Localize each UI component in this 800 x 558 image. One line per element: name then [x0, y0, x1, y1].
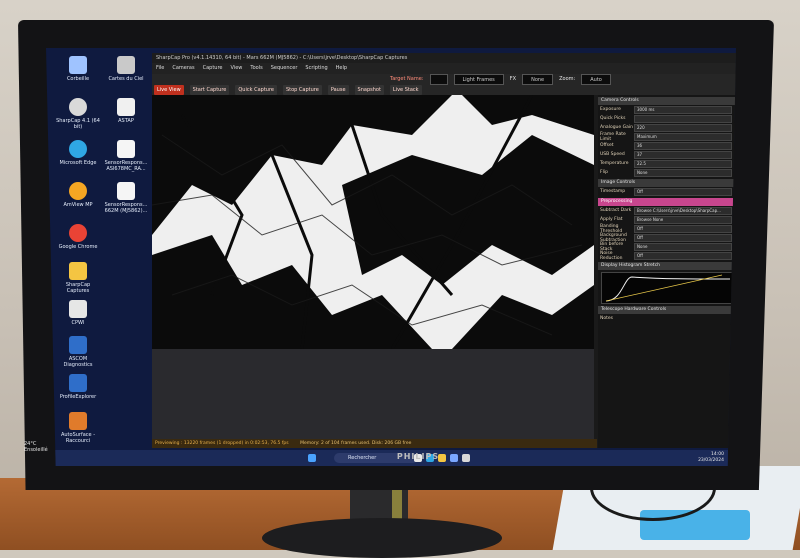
- status-preview: Previewing : 13220 frames (1 dropped) in…: [155, 441, 289, 446]
- control-row[interactable]: Flip None: [598, 168, 736, 177]
- histogram-display[interactable]: [601, 272, 733, 304]
- status-memory: Memory: 2 of 104 frames used. Disk: 206 …: [300, 441, 412, 446]
- control-row[interactable]: Noise Reduction Off: [598, 251, 736, 261]
- desktop-icon[interactable]: ASTAP: [102, 98, 150, 124]
- preprocessing-header[interactable]: Preprocessing: [598, 198, 736, 206]
- astap-icon: [117, 98, 135, 116]
- ascom-icon: [69, 336, 87, 354]
- control-row[interactable]: Frame Rate Limit Maximum: [598, 132, 736, 142]
- menu-tools[interactable]: Tools: [250, 63, 262, 74]
- control-row[interactable]: Subtract Dark Browse C:\Users\jrve\Deskto…: [598, 206, 736, 215]
- zoom-select[interactable]: Auto: [581, 74, 611, 85]
- histogram-curve: [605, 274, 731, 302]
- sharpcap-taskbar-icon[interactable]: [462, 454, 470, 462]
- notes-row[interactable]: Notes: [598, 314, 736, 323]
- sharpcap-window: SharpCap Pro (v4.1.14310, 64 bit) - Mars…: [152, 53, 736, 448]
- fx-label: FX: [509, 76, 517, 82]
- desktop-icon[interactable]: Corbeille: [54, 56, 102, 82]
- menu-file[interactable]: File: [156, 63, 164, 74]
- desktop-icon[interactable]: AmView MP: [54, 182, 102, 208]
- store-icon[interactable]: [450, 454, 458, 462]
- file-icon: [117, 182, 135, 200]
- clock-date: 23/03/2024: [698, 458, 724, 463]
- desktop-icon[interactable]: CPWI: [54, 300, 102, 326]
- frame-type-select[interactable]: Light Frames: [453, 74, 504, 85]
- desktop-icons: Corbeille Cartes du Ciel SharpCap 4.1 (6…: [54, 56, 154, 446]
- menu-scripting[interactable]: Scripting: [305, 63, 327, 74]
- target-name-field[interactable]: [429, 74, 448, 85]
- zoom-label: Zoom:: [559, 76, 576, 82]
- desktop-icon[interactable]: Google Chrome: [54, 224, 102, 250]
- window-title: SharpCap Pro (v4.1.14310, 64 bit) - Mars…: [152, 53, 736, 63]
- menu-cameras[interactable]: Cameras: [172, 63, 194, 74]
- desktop-icon[interactable]: SharpCap Captures: [54, 262, 102, 294]
- monitor-stand-base: [262, 518, 502, 558]
- menu-view[interactable]: View: [231, 63, 243, 74]
- desktop-icon[interactable]: AutoSurface - Raccourci: [54, 412, 102, 444]
- screen: Corbeille Cartes du Ciel SharpCap 4.1 (6…: [46, 48, 736, 466]
- weather-widget[interactable]: 24°C Ensoleillé: [24, 441, 48, 453]
- control-panel: Camera Controls Exposure 3000 ms Quick Pi…: [598, 95, 736, 448]
- edge-icon: [69, 140, 87, 158]
- preview-empty-area: [152, 349, 594, 448]
- desktop-icon[interactable]: SensorRespons... 662M (MJ5862)...: [102, 182, 150, 214]
- image-controls-header[interactable]: Image Controls: [598, 179, 736, 187]
- menu-help[interactable]: Help: [336, 63, 347, 74]
- menu-capture[interactable]: Capture: [203, 63, 223, 74]
- control-row[interactable]: Quick Picks: [598, 114, 736, 123]
- camera-preview[interactable]: [152, 95, 594, 349]
- profile-explorer-icon: [69, 374, 87, 392]
- desktop-icon[interactable]: ASCOM Diagnostics: [54, 336, 102, 368]
- map-icon: [117, 56, 135, 74]
- sharpcap-icon: [69, 98, 87, 116]
- cpwi-icon: [69, 300, 87, 318]
- control-row[interactable]: USB Speed 37: [598, 150, 736, 159]
- monitor-brand-logo: PHILIPS: [396, 452, 440, 461]
- toolbar-capture: Live View Start Capture Quick Capture St…: [152, 85, 736, 95]
- desktop-icon[interactable]: Cartes du Ciel: [102, 56, 150, 82]
- camera-controls-header[interactable]: Camera Controls: [598, 97, 736, 105]
- desktop-icon[interactable]: SharpCap 4.1 (64 bit): [54, 98, 102, 130]
- system-tray[interactable]: 14:00 23/03/2024: [698, 452, 724, 464]
- weather-condition: Ensoleillé: [24, 447, 48, 453]
- start-capture-button[interactable]: Start Capture: [189, 85, 230, 95]
- desktop-icon[interactable]: SensorRespons... ASI678MC_RA...: [102, 140, 150, 172]
- amview-icon: [69, 182, 87, 200]
- pause-button[interactable]: Pause: [327, 85, 349, 95]
- preview-image: [152, 95, 594, 349]
- status-bar: Previewing : 13220 frames (1 dropped) in…: [152, 439, 597, 448]
- histogram-header[interactable]: Display Histogram Stretch: [598, 262, 736, 270]
- live-stack-button[interactable]: Live Stack: [389, 85, 422, 95]
- chrome-icon: [69, 224, 87, 242]
- control-row[interactable]: Timestamp Off: [598, 187, 736, 196]
- autosurface-icon: [69, 412, 87, 430]
- fx-select[interactable]: None: [522, 74, 554, 85]
- desktop-icon[interactable]: ProfileExplorer: [54, 374, 102, 400]
- desktop-icon[interactable]: Microsoft Edge: [54, 140, 102, 166]
- telescope-controls-header[interactable]: Telescope Hardware Controls: [598, 306, 736, 314]
- control-row[interactable]: Exposure 3000 ms: [598, 105, 736, 114]
- target-name-label: Target Name:: [390, 76, 424, 82]
- control-row[interactable]: Temperature 22.5: [598, 159, 736, 168]
- recycle-bin-icon: [69, 56, 87, 74]
- control-row[interactable]: Offset 36: [598, 141, 736, 150]
- toolbar-top: Target Name: Light Frames FX None Zoom: …: [152, 74, 736, 85]
- live-view-button[interactable]: Live View: [154, 85, 184, 95]
- start-icon[interactable]: [308, 454, 316, 462]
- snapshot-button[interactable]: Snapshot: [354, 85, 384, 95]
- stop-capture-button[interactable]: Stop Capture: [282, 85, 322, 95]
- monitor: Corbeille Cartes du Ciel SharpCap 4.1 (6…: [18, 20, 774, 490]
- menu-sequencer[interactable]: Sequencer: [271, 63, 298, 74]
- menu-bar: File Cameras Capture View Tools Sequence…: [152, 63, 736, 74]
- folder-icon: [69, 262, 87, 280]
- file-icon: [117, 140, 135, 158]
- quick-capture-button[interactable]: Quick Capture: [235, 85, 277, 95]
